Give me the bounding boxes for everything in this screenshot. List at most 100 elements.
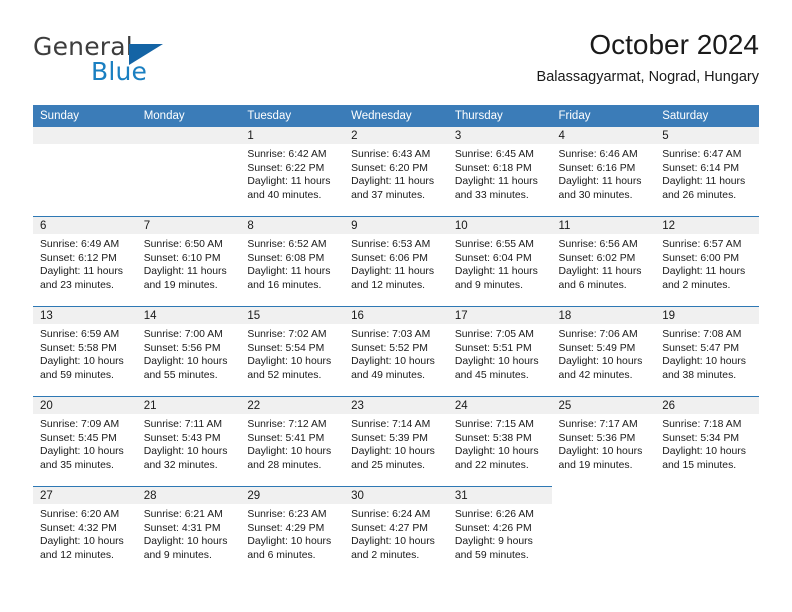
calendar-day-cell: 19 Sunrise: 7:08 AM Sunset: 5:47 PM Dayligh… [655, 306, 759, 397]
general-blue-logo: General Blue [33, 32, 253, 94]
calendar-day-cell: 10 Sunrise: 6:55 AM Sunset: 6:04 PM Dayligh… [447, 216, 552, 307]
calendar-body: 1 Sunrise: 6:42 AM Sunset: 6:22 PM Daylight… [33, 127, 759, 576]
daylight-text-line2: and 59 minutes. [40, 369, 114, 381]
daylight-text-line1: Daylight: 10 hours [40, 446, 124, 458]
sunrise-text: Sunrise: 7:00 AM [143, 329, 223, 340]
calendar-day-cell: 22 Sunrise: 7:12 AM Sunset: 5:41 PM Dayligh… [240, 396, 345, 487]
calendar-week-row: 1 Sunrise: 6:42 AM Sunset: 6:22 PM Daylight… [33, 127, 759, 217]
calendar-week-row: 6 Sunrise: 6:49 AM Sunset: 6:12 PM Daylight… [33, 216, 759, 307]
day-details: Sunrise: 7:18 AM Sunset: 5:34 PM Daylight:… [655, 414, 759, 472]
sunset-text: Sunset: 6:14 PM [662, 162, 740, 174]
daylight-text-line1: Daylight: 10 hours [143, 356, 228, 368]
weekday-header-thursday: Thursday [447, 105, 552, 127]
daylight-text-line2: and 26 minutes. [662, 189, 737, 201]
sunrise-text: Sunrise: 6:26 AM [454, 509, 534, 520]
daylight-text-line1: Daylight: 11 hours [454, 176, 538, 188]
daylight-text-line1: Daylight: 11 hours [351, 176, 435, 188]
day-details: Sunrise: 6:53 AM Sunset: 6:06 PM Daylight:… [344, 234, 448, 292]
sunset-text: Sunset: 5:39 PM [351, 432, 428, 444]
day-number: 1 [240, 127, 345, 144]
sunset-text: Sunset: 6:02 PM [558, 252, 636, 264]
daylight-text-line2: and 30 minutes. [558, 189, 633, 201]
sunset-text: Sunset: 4:26 PM [454, 522, 532, 534]
sunrise-text: Sunrise: 7:12 AM [247, 419, 327, 430]
daylight-text-line2: and 12 minutes. [40, 549, 114, 561]
sunset-text: Sunset: 4:32 PM [40, 522, 117, 534]
calendar-day-cell: 27 Sunrise: 6:20 AM Sunset: 4:32 PM Dayligh… [33, 486, 137, 576]
calendar-day-cell: 5 Sunrise: 6:47 AM Sunset: 6:14 PM Daylight… [655, 127, 759, 217]
day-details: Sunrise: 6:46 AM Sunset: 6:16 PM Daylight:… [552, 144, 656, 202]
weekday-header-saturday: Saturday [655, 105, 759, 127]
day-details: Sunrise: 6:50 AM Sunset: 6:10 PM Daylight:… [137, 234, 241, 292]
weekday-header-monday: Monday [136, 105, 241, 127]
day-number: 25 [551, 397, 656, 414]
sunset-text: Sunset: 6:18 PM [454, 162, 532, 174]
sunset-text: Sunset: 6:16 PM [558, 162, 636, 174]
daylight-text-line2: and 35 minutes. [40, 459, 114, 471]
weekday-header-friday: Friday [551, 105, 656, 127]
day-number: 4 [551, 127, 656, 144]
day-number: 3 [447, 127, 552, 144]
day-number: 8 [240, 217, 345, 234]
daylight-text-line1: Daylight: 9 hours [454, 536, 533, 548]
day-number: 16 [344, 307, 448, 324]
sunrise-text: Sunrise: 6:49 AM [40, 239, 120, 250]
day-number: 15 [240, 307, 345, 324]
sunset-text: Sunset: 5:43 PM [143, 432, 221, 444]
daylight-text-line1: Daylight: 10 hours [454, 356, 539, 368]
sunset-text: Sunset: 6:12 PM [40, 252, 117, 264]
sunset-text: Sunset: 5:51 PM [454, 342, 532, 354]
sunset-text: Sunset: 5:52 PM [351, 342, 428, 354]
daylight-text-line2: and 2 minutes. [662, 279, 731, 291]
day-details: Sunrise: 7:02 AM Sunset: 5:54 PM Daylight:… [240, 324, 344, 382]
daylight-text-line1: Daylight: 11 hours [454, 266, 538, 278]
sunrise-text: Sunrise: 6:21 AM [143, 509, 223, 520]
daylight-text-line1: Daylight: 10 hours [40, 356, 124, 368]
calendar-header-row: Sunday Monday Tuesday Wednesday Thursday… [33, 105, 759, 127]
daylight-text-line2: and 6 minutes. [247, 549, 316, 561]
day-details: Sunrise: 6:49 AM Sunset: 6:12 PM Daylight:… [33, 234, 137, 292]
sunset-text: Sunset: 4:29 PM [247, 522, 325, 534]
day-number: 31 [447, 487, 552, 504]
sunrise-text: Sunrise: 7:09 AM [40, 419, 120, 430]
sunrise-text: Sunrise: 6:42 AM [247, 149, 327, 160]
day-details: Sunrise: 6:47 AM Sunset: 6:14 PM Daylight:… [655, 144, 759, 202]
daylight-text-line1: Daylight: 10 hours [247, 356, 332, 368]
day-number: 2 [344, 127, 448, 144]
day-details: Sunrise: 6:59 AM Sunset: 5:58 PM Daylight:… [33, 324, 137, 382]
day-number: 27 [33, 487, 137, 504]
day-details: Sunrise: 7:03 AM Sunset: 5:52 PM Daylight:… [344, 324, 448, 382]
sunrise-text: Sunrise: 6:53 AM [351, 239, 431, 250]
day-number: 17 [447, 307, 552, 324]
calendar-table: Sunday Monday Tuesday Wednesday Thursday… [33, 105, 759, 576]
sunrise-text: Sunrise: 7:03 AM [351, 329, 431, 340]
page-subtitle: Balassagyarmat, Nograd, Hungary [536, 69, 759, 85]
calendar-day-cell: 18 Sunrise: 7:06 AM Sunset: 5:49 PM Dayligh… [551, 306, 656, 397]
day-number: 7 [136, 217, 241, 234]
day-details: Sunrise: 6:42 AM Sunset: 6:22 PM Daylight:… [240, 144, 344, 202]
sunset-text: Sunset: 5:38 PM [454, 432, 532, 444]
daylight-text-line2: and 42 minutes. [558, 369, 633, 381]
daylight-text-line2: and 25 minutes. [351, 459, 426, 471]
sunset-text: Sunset: 5:58 PM [40, 342, 117, 354]
calendar-day-cell-empty [655, 486, 759, 576]
sunset-text: Sunset: 6:06 PM [351, 252, 428, 264]
day-details: Sunrise: 7:11 AM Sunset: 5:43 PM Daylight:… [137, 414, 241, 472]
sunset-text: Sunset: 4:31 PM [143, 522, 221, 534]
day-details: Sunrise: 6:26 AM Sunset: 4:26 PM Daylight:… [448, 504, 552, 562]
day-details: Sunrise: 6:43 AM Sunset: 6:20 PM Daylight:… [344, 144, 448, 202]
daylight-text-line1: Daylight: 10 hours [662, 356, 746, 368]
day-number: 19 [655, 307, 759, 324]
day-details: Sunrise: 7:14 AM Sunset: 5:39 PM Daylight:… [344, 414, 448, 472]
daylight-text-line1: Daylight: 11 hours [247, 266, 331, 278]
daylight-text-line2: and 45 minutes. [454, 369, 529, 381]
day-number: 6 [33, 217, 137, 234]
daylight-text-line2: and 23 minutes. [40, 279, 114, 291]
sunset-text: Sunset: 6:22 PM [247, 162, 325, 174]
daylight-text-line2: and 33 minutes. [454, 189, 529, 201]
day-number-band [33, 127, 137, 144]
day-details: Sunrise: 6:56 AM Sunset: 6:02 PM Daylight:… [552, 234, 656, 292]
sunrise-text: Sunrise: 6:47 AM [662, 149, 742, 160]
day-details: Sunrise: 7:12 AM Sunset: 5:41 PM Daylight:… [240, 414, 344, 472]
sunset-text: Sunset: 4:27 PM [351, 522, 428, 534]
